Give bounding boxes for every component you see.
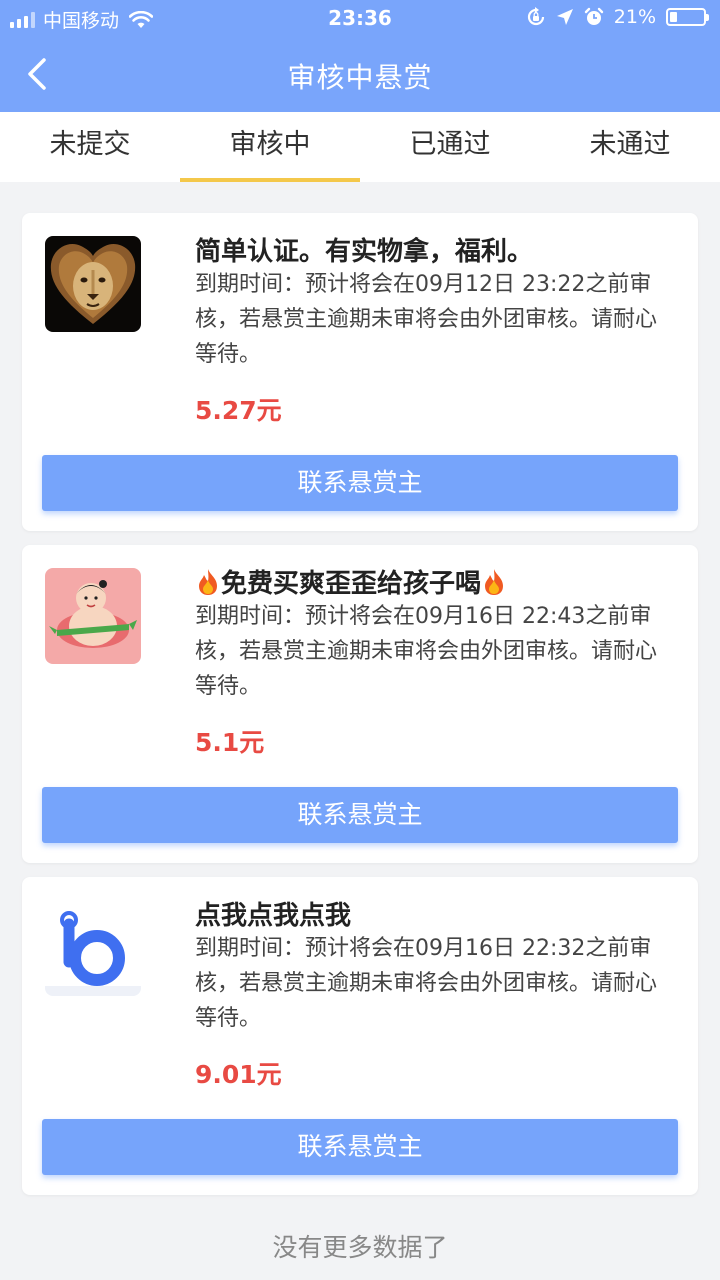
card-title: 简单认证。有实物拿，福利。 [195,237,534,267]
lion-heart-avatar [45,236,141,332]
nav-bar: 审核中悬赏 [0,36,720,112]
card-title: 免费买爽歪歪给孩子喝 [195,563,507,600]
battery-percent: 21% [613,6,656,28]
contact-publisher-button[interactable]: 联系悬赏主 [42,455,678,511]
page-title: 审核中悬赏 [287,61,433,94]
reward-list: 简单认证。有实物拿，福利。 到期时间：预计将会在09月12日 23:22之前审核… [22,213,698,1209]
battery-icon [666,8,709,26]
battery-level [670,12,677,22]
card-description: 到期时间：预计将会在09月12日 23:22之前审核，若悬赏主逾期未审将会由外团… [195,272,658,367]
contact-publisher-button[interactable]: 联系悬赏主 [42,787,678,843]
reward-card[interactable]: 点我点我点我 到期时间：预计将会在09月16日 22:32之前审核，若悬赏主逾期… [22,877,698,1195]
contact-publisher-button[interactable]: 联系悬赏主 [42,1119,678,1175]
card-title-text: 免费买爽歪歪给孩子喝 [221,569,482,599]
card-price: 9.01元 [195,1060,282,1089]
card-description: 到期时间：预计将会在09月16日 22:32之前审核，若悬赏主逾期未审将会由外团… [195,936,658,1031]
card-title: 点我点我点我 [195,901,352,931]
card-price: 5.1元 [195,728,265,757]
alarm-clock-icon [584,7,603,25]
tab-under-review[interactable]: 审核中 [180,112,360,182]
tab-bar: 未提交 审核中 已通过 未通过 [0,112,720,182]
rotation-lock-icon [527,7,544,26]
status-bar: 中国移动 23:36 21% [0,0,720,36]
header: 中国移动 23:36 21% 审核中悬赏 [0,0,720,112]
cartoon-kid-avatar [45,568,141,664]
no-more-data-text: 没有更多数据了 [272,1233,448,1262]
tab-rejected[interactable]: 未通过 [540,112,720,182]
card-price: 5.27元 [195,396,282,425]
reward-card[interactable]: 免费买爽歪歪给孩子喝 到期时间：预计将会在09月16日 22:43之前审核，若悬… [22,545,698,863]
fire-icon [485,569,504,595]
blue-b-logo-avatar [45,900,141,996]
card-description: 到期时间：预计将会在09月16日 22:43之前审核，若悬赏主逾期未审将会由外团… [195,604,658,699]
fire-icon [199,569,217,595]
reward-card[interactable]: 简单认证。有实物拿，福利。 到期时间：预计将会在09月12日 23:22之前审核… [22,213,698,531]
tab-approved[interactable]: 已通过 [360,112,540,182]
status-right: 21% [526,6,709,28]
location-arrow-icon [556,9,573,25]
tab-not-submitted[interactable]: 未提交 [0,112,180,182]
